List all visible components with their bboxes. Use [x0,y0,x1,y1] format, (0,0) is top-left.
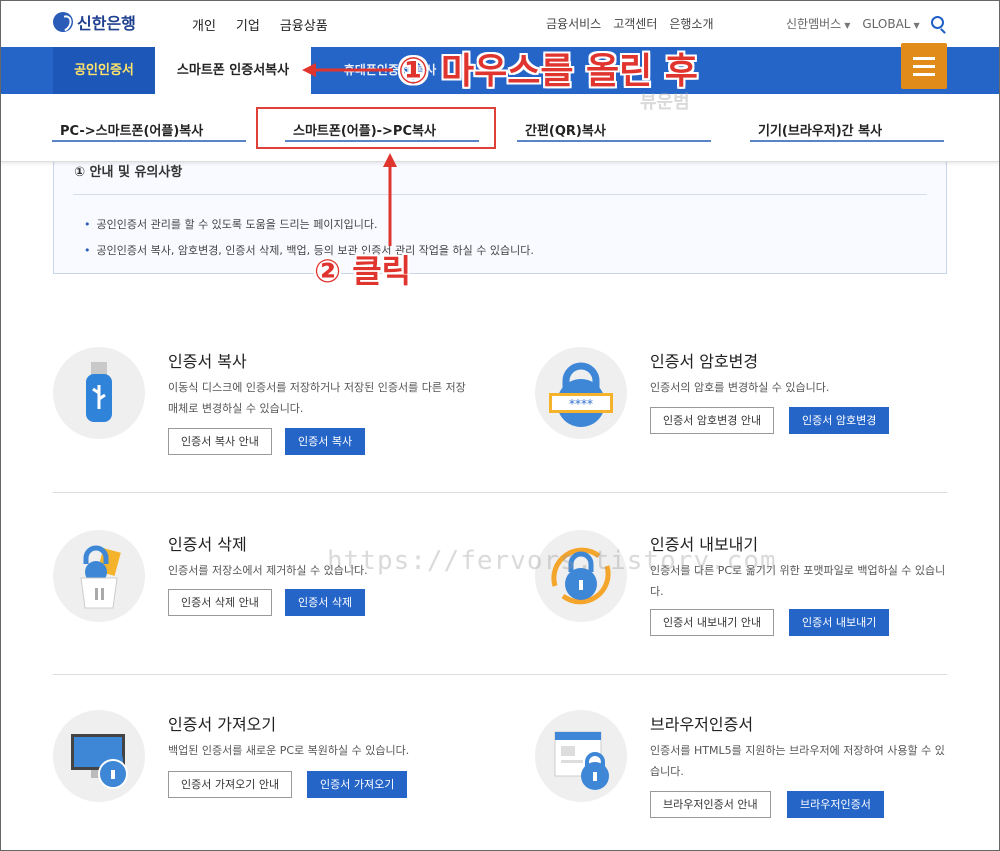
cert-delete-button[interactable]: 인증서 삭제 [285,589,366,616]
browser-cert-button[interactable]: 브라우저인증서 [787,791,884,818]
cert-delete-guide-button[interactable]: 인증서 삭제 안내 [168,589,272,616]
bank-logo[interactable]: 신한은행 [53,10,136,34]
cert-import-button[interactable]: 인증서 가져오기 [307,771,408,798]
top-header: 신한은행 개인 기업 금융상품 금융서비스 고객센터 은행소개 신한멤버스 ▼ G… [0,0,1000,46]
service-title: 브라우저인증서 [650,715,754,734]
logo-icon [53,12,73,32]
usb-icon [53,347,145,439]
chevron-down-icon: ▼ [844,21,851,30]
trash-icon [53,530,145,622]
service-desc: 인증서를 HTML5를 지원하는 브라우저에 저장하여 사용할 수 있습니다. [650,744,945,778]
nav-personal[interactable]: 개인 [192,15,216,34]
info-divider [73,194,927,195]
submenu-device-copy[interactable]: 기기(브라우저)간 복사 [750,120,944,142]
browser-lock-icon [535,710,627,802]
service-title: 인증서 가져오기 [168,715,277,734]
service-cert-copy: 인증서 복사 이동식 디스크에 인증서를 저장하거나 저장된 인증서를 다른 저… [53,347,473,467]
export-lock-icon [535,530,627,622]
watermark-url: https://fervors.tistory.com [327,546,777,576]
service-cert-password: **** 인증서 암호변경 인증서의 암호를 변경하실 수 있습니다. 인증서 … [535,347,955,467]
info-bullets: 공인인증서 관리를 할 수 있도록 도움을 드리는 페이지입니다. 공인인증서 … [84,212,534,264]
service-title: 인증서 복사 [168,352,247,371]
util-nav: 금융서비스 고객센터 은행소개 [546,15,714,32]
info-heading: ① 안내 및 유의사항 [74,165,183,180]
service-desc: 이동식 디스크에 인증서를 저장하거나 저장된 인증서를 다른 저장매체로 변경… [168,381,466,415]
submenu-pc-to-phone[interactable]: PC->스마트폰(어플)복사 [52,120,246,142]
nav-products[interactable]: 금융상품 [280,15,328,34]
cert-password-guide-button[interactable]: 인증서 암호변경 안내 [650,407,775,434]
nav-finance-service[interactable]: 금융서비스 [546,15,601,32]
svg-text:****: **** [569,397,593,411]
service-browser-cert: 브라우저인증서 인증서를 HTML5를 지원하는 브라우저에 저장하여 사용할 … [535,710,955,830]
info-bullet: 공인인증서 복사, 암호변경, 인증서 삭제, 백업, 등의 보관 인증서 관리… [84,238,534,264]
service-desc: 인증서의 암호를 변경하실 수 있습니다. [650,381,830,394]
info-box: ① 안내 및 유의사항 공인인증서 관리를 할 수 있도록 도움을 드리는 페이… [53,150,947,274]
row-divider [53,492,947,493]
submenu: PC->스마트폰(어플)복사 스마트폰(어플)->PC복사 간편(QR)복사 기… [0,94,1000,162]
info-bullet: 공인인증서 관리를 할 수 있도록 도움을 드리는 페이지입니다. [84,212,534,238]
cert-export-guide-button[interactable]: 인증서 내보내기 안내 [650,609,775,636]
nav-bank-intro[interactable]: 은행소개 [669,15,713,32]
cert-copy-button[interactable]: 인증서 복사 [285,428,366,455]
nav-business[interactable]: 기업 [236,15,260,34]
nav-customer-center[interactable]: 고객센터 [613,15,657,32]
browser-cert-guide-button[interactable]: 브라우저인증서 안내 [650,791,771,818]
annotation-step1: ① 마우스를 올린 후 [398,51,698,92]
global-label: GLOBAL [862,16,911,31]
cert-import-guide-button[interactable]: 인증서 가져오기 안내 [168,771,293,798]
annotation-step2: ② 클릭 [314,252,412,290]
membership-label: 신한멤버스 [786,17,842,31]
search-icon[interactable] [931,16,944,29]
logo-text: 신한은행 [77,14,136,33]
chevron-down-icon: ▼ [913,20,920,30]
monitor-lock-icon [53,710,145,802]
service-desc: 백업된 인증서를 새로운 PC로 복원하실 수 있습니다. [168,744,410,757]
main-nav: 개인 기업 금융상품 [192,15,328,34]
service-cert-import: 인증서 가져오기 백업된 인증서를 새로운 PC로 복원하실 수 있습니다. 인… [53,710,473,830]
submenu-qr-copy[interactable]: 간편(QR)복사 [517,120,711,142]
service-title: 인증서 삭제 [168,535,247,554]
tab-public-cert[interactable]: 공인인증서 [53,47,155,94]
cert-copy-guide-button[interactable]: 인증서 복사 안내 [168,428,272,455]
right-nav: 신한멤버스 ▼ GLOBAL ▼ [786,15,920,32]
hamburger-menu-icon[interactable] [901,43,947,89]
membership-dropdown[interactable]: 신한멤버스 ▼ [786,15,850,32]
service-title: 인증서 암호변경 [650,352,759,371]
tab-smartphone-copy[interactable]: 스마트폰 인증서복사 [155,47,311,95]
cert-password-button[interactable]: 인증서 암호변경 [789,407,890,434]
highlight-box [256,107,496,149]
row-divider [53,674,947,675]
cert-export-button[interactable]: 인증서 내보내기 [789,609,890,636]
password-lock-icon: **** [535,347,627,439]
global-dropdown[interactable]: GLOBAL ▼ [862,17,919,31]
